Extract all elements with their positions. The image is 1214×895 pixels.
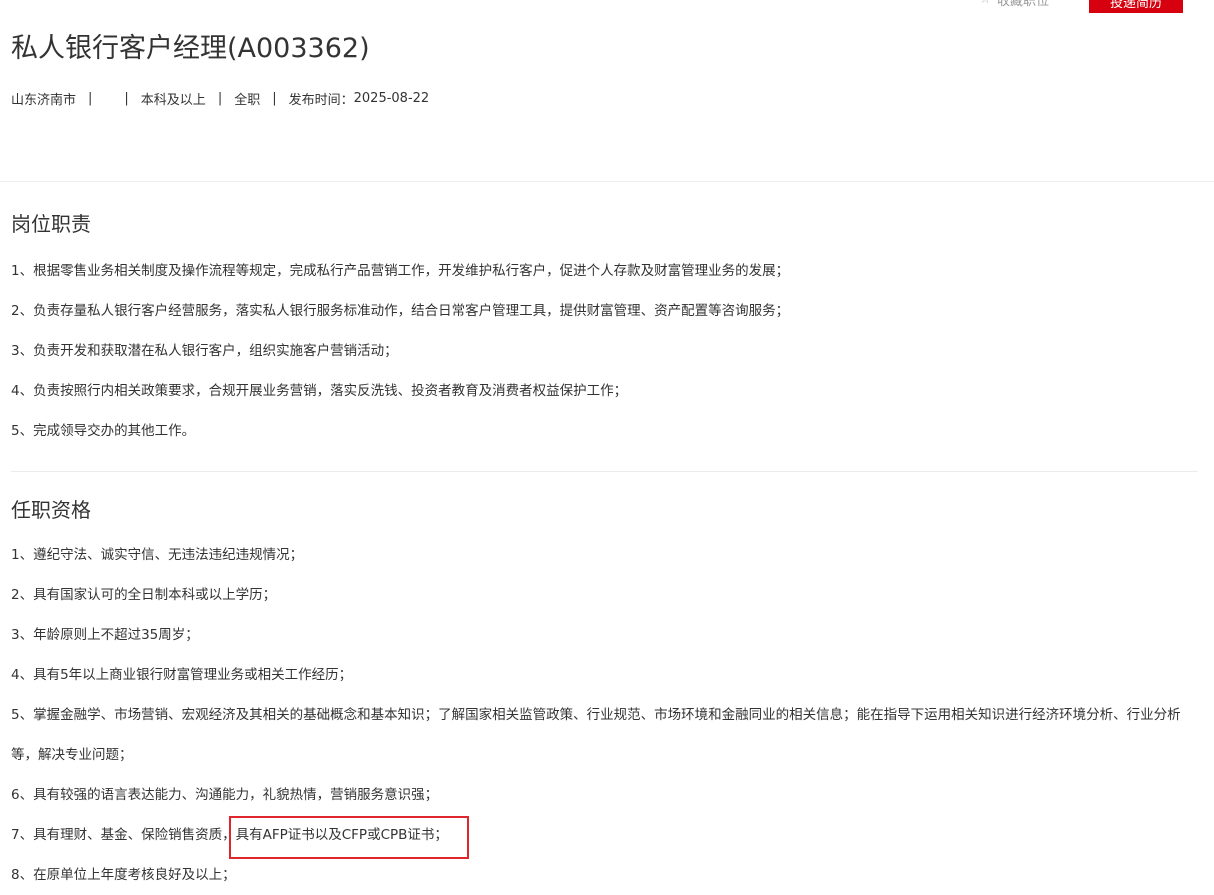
responsibility-item: 3、负责开发和获取潜在私人银行客户，组织实施客户营销活动； xyxy=(11,343,398,359)
apply-button[interactable]: 投递简历 xyxy=(1089,0,1183,13)
responsibility-item: 2、负责存量私人银行客户经营服务，落实私人银行服务标准动作，结合日常客户管理工具… xyxy=(11,303,790,319)
responsibilities-heading: 岗位职责 xyxy=(11,212,91,236)
star-icon: ☆ xyxy=(979,0,991,7)
favorite-button[interactable]: ☆ 收藏职位 xyxy=(979,0,1049,9)
qualification-item-7-prefix: 7、具有理财、基金、保险销售资质， xyxy=(11,827,236,843)
job-type: 全职 xyxy=(234,93,261,108)
header-divider xyxy=(0,181,1214,182)
job-meta: 山东济南市 | | 本科及以上 | 全职 | 发布时间： 2025-08-22 xyxy=(11,89,429,108)
favorite-label: 收藏职位 xyxy=(996,0,1049,9)
publish-label: 发布时间： xyxy=(288,93,354,108)
responsibility-item: 4、负责按照行内相关政策要求，合规开展业务营销，落实反洗钱、投资者教育及消费者权… xyxy=(11,383,628,399)
qualification-item: 2、具有国家认可的全日制本科或以上学历； xyxy=(11,587,277,603)
job-location: 山东济南市 xyxy=(11,93,77,108)
meta-separator: | xyxy=(88,91,93,106)
meta-separator: | xyxy=(217,91,223,106)
meta-separator: | xyxy=(124,91,129,106)
qualification-item: 5、掌握金融学、市场营销、宏观经济及其相关的基础概念和基本知识；了解国家相关监管… xyxy=(11,707,1181,763)
publish-date: 2025-08-22 xyxy=(353,91,430,106)
qualification-item: 8、在原单位上年度考核良好及以上； xyxy=(11,867,236,883)
qualification-item: 1、遵纪守法、诚实守信、无违法违纪违规情况； xyxy=(11,547,304,563)
responsibility-item: 5、完成领导交办的其他工作。 xyxy=(11,423,196,439)
qualification-item: 3、年龄原则上不超过35周岁； xyxy=(11,627,199,643)
job-title: 私人银行客户经理(A003362) xyxy=(11,33,370,64)
responsibility-item: 1、根据零售业务相关制度及操作流程等规定，完成私行产品营销工作，开发维护私行客户… xyxy=(11,263,790,279)
top-actions: ☆ 收藏职位 投递简历 xyxy=(979,0,1183,13)
qualification-item: 4、具有5年以上商业银行财富管理业务或相关工作经历； xyxy=(11,667,353,683)
section-divider xyxy=(11,471,1198,472)
qualifications-heading: 任职资格 xyxy=(11,498,91,522)
qualification-item-7: 7、具有理财、基金、保险销售资质， 具有AFP证书以及CFP或CPB证书； xyxy=(11,815,1201,859)
meta-separator: | xyxy=(272,91,277,106)
highlighted-requirement-text: 具有AFP证书以及CFP或CPB证书； xyxy=(235,827,448,843)
qualification-item: 6、具有较强的语言表达能力、沟通能力，礼貌热情，营销服务意识强； xyxy=(11,787,439,803)
job-education: 本科及以上 xyxy=(140,93,206,108)
highlighted-requirement: 具有AFP证书以及CFP或CPB证书； xyxy=(228,815,469,859)
